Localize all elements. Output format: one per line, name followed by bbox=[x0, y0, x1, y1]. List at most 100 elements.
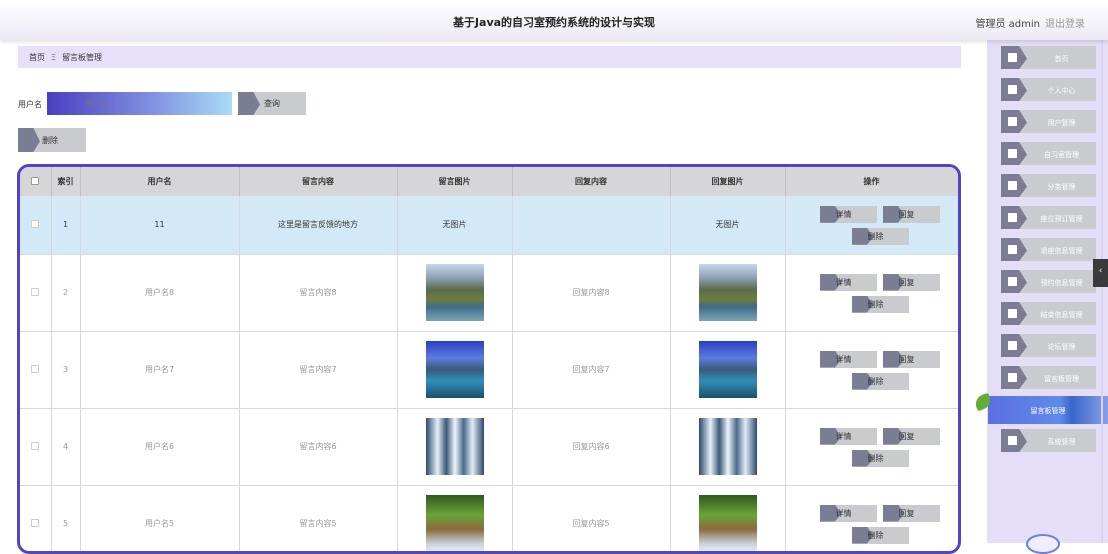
ticket-icon bbox=[1008, 277, 1017, 286]
message-icon bbox=[1008, 309, 1017, 318]
query-button[interactable]: 查询 bbox=[238, 92, 306, 115]
breadcrumb-separator-icon: Ξ bbox=[51, 53, 57, 62]
row-content: 留言内容5 bbox=[239, 485, 398, 551]
table-row[interactable]: 5 用户名5 留言内容5 回复内容5 详情 回复 删除 bbox=[20, 485, 958, 551]
row-content: 留言内容6 bbox=[239, 408, 398, 486]
user-icon bbox=[1008, 85, 1017, 94]
select-all-header[interactable] bbox=[20, 167, 52, 196]
grid-icon bbox=[1008, 149, 1017, 158]
sidebar: 首页 个人中心 用户管理 自习室管理 分类管理 座位预订管理 退座信息管理 预约… bbox=[987, 40, 1108, 543]
detail-button[interactable]: 详情 bbox=[819, 350, 877, 368]
row-actions: 详情 回复 删除 bbox=[797, 500, 947, 548]
settings-icon bbox=[1008, 436, 1017, 445]
detail-button[interactable]: 详情 bbox=[819, 504, 877, 522]
reply-button[interactable]: 回复 bbox=[882, 273, 940, 291]
detail-button[interactable]: 详情 bbox=[819, 273, 877, 291]
sidebar-item-end-info[interactable]: 结束信息管理 bbox=[1001, 302, 1096, 325]
sidebar-item-home[interactable]: 首页 bbox=[1001, 46, 1096, 69]
row-checkbox[interactable] bbox=[31, 441, 40, 450]
row-username: 用户名5 bbox=[80, 485, 240, 551]
scrollbar-track bbox=[1101, 40, 1103, 543]
table-row[interactable]: 4 用户名6 留言内容6 回复内容6 详情 回复 删除 bbox=[20, 408, 958, 486]
reply-button[interactable]: 回复 bbox=[882, 427, 940, 445]
row-content: 留言内容8 bbox=[239, 254, 398, 332]
top-header: 基于Java的自习室预约系统的设计与实现 管理员 admin 退出登录 bbox=[0, 0, 1108, 40]
delete-button[interactable]: 删除 bbox=[851, 295, 909, 313]
row-checkbox[interactable] bbox=[31, 287, 40, 296]
book-icon bbox=[1008, 341, 1017, 350]
waterfall-photo[interactable] bbox=[698, 418, 757, 475]
detail-button[interactable]: 详情 bbox=[819, 205, 877, 223]
breadcrumb-home[interactable]: 首页 bbox=[29, 53, 45, 62]
row-checkbox[interactable] bbox=[31, 518, 40, 527]
sidebar-item-system[interactable]: 系统管理 bbox=[1001, 429, 1096, 452]
users-icon bbox=[1008, 117, 1017, 126]
reply-button[interactable]: 回复 bbox=[882, 504, 940, 522]
row-content: 留言内容7 bbox=[239, 331, 398, 409]
row-actions: 详情 回复 删除 bbox=[797, 423, 947, 471]
row-checkbox[interactable] bbox=[31, 364, 40, 373]
tag-icon bbox=[18, 128, 40, 152]
sidebar-item-study-rooms[interactable]: 自习室管理 bbox=[1001, 142, 1096, 165]
forest-stream-photo[interactable] bbox=[425, 495, 484, 551]
batch-delete-button[interactable]: 删除 bbox=[18, 128, 86, 152]
forest-stream-photo[interactable] bbox=[698, 495, 757, 551]
row-content: 这里是留言反馈的地方 bbox=[239, 196, 398, 255]
row-reply-image-empty: 无图片 bbox=[670, 196, 786, 255]
row-reply: 回复内容6 bbox=[512, 408, 671, 486]
table-row[interactable]: 1 11 这里是留言反馈的地方 无图片 无图片 详情 回复 删除 bbox=[20, 196, 958, 255]
row-index: 3 bbox=[51, 331, 81, 409]
search-label: 用户名 bbox=[18, 100, 42, 109]
sidebar-item-forum[interactable]: 论坛管理 bbox=[1001, 334, 1096, 357]
row-actions: 详情 回复 删除 bbox=[797, 346, 947, 394]
row-image-empty: 无图片 bbox=[397, 196, 513, 255]
column-header: 索引 bbox=[51, 167, 81, 196]
column-header: 留言内容 bbox=[239, 167, 398, 196]
sidebar-item-seat-booking[interactable]: 座位预订管理 bbox=[1001, 206, 1096, 229]
grid-icon bbox=[1008, 373, 1017, 382]
sidebar-item-message-board-active[interactable]: 留言板管理 bbox=[988, 396, 1108, 424]
rocky-lake-photo[interactable] bbox=[425, 341, 484, 398]
row-username: 用户名7 bbox=[80, 331, 240, 409]
home-icon bbox=[1008, 53, 1017, 62]
select-all-checkbox[interactable] bbox=[31, 176, 40, 185]
sidebar-item-reservations[interactable]: 预约信息管理 bbox=[1001, 270, 1096, 293]
column-header: 用户名 bbox=[80, 167, 240, 196]
username-search-input[interactable] bbox=[47, 92, 232, 115]
table-header-row: 索引 用户名 留言内容 留言图片 回复内容 回复图片 操作 bbox=[20, 167, 958, 196]
delete-button[interactable]: 删除 bbox=[851, 227, 909, 245]
logout-link[interactable]: 退出登录 bbox=[1045, 15, 1085, 30]
reply-button[interactable]: 回复 bbox=[882, 205, 940, 223]
collapse-sidebar-icon[interactable]: ‹ bbox=[1093, 259, 1108, 287]
table-row[interactable]: 2 用户名8 留言内容8 回复内容8 详情 回复 删除 bbox=[20, 254, 958, 332]
sidebar-item-profile[interactable]: 个人中心 bbox=[1001, 78, 1096, 101]
rocky-lake-photo[interactable] bbox=[698, 341, 757, 398]
delete-button[interactable]: 删除 bbox=[851, 372, 909, 390]
mountain-river-photo[interactable] bbox=[425, 264, 484, 321]
chat-bubble-icon[interactable] bbox=[1026, 534, 1060, 554]
column-header: 操作 bbox=[785, 167, 958, 196]
row-username: 用户名6 bbox=[80, 408, 240, 486]
table-row[interactable]: 3 用户名7 留言内容7 回复内容7 详情 回复 删除 bbox=[20, 331, 958, 409]
breadcrumb-current: 留言板管理 bbox=[62, 53, 103, 62]
row-index: 5 bbox=[51, 485, 81, 551]
sidebar-item-message-board[interactable]: 留言板管理 bbox=[1001, 366, 1096, 389]
sidebar-item-users[interactable]: 用户管理 bbox=[1001, 110, 1096, 133]
delete-button[interactable]: 删除 bbox=[851, 449, 909, 467]
sidebar-item-categories[interactable]: 分类管理 bbox=[1001, 174, 1096, 197]
detail-button[interactable]: 详情 bbox=[819, 427, 877, 445]
row-reply bbox=[512, 196, 671, 255]
delete-button[interactable]: 删除 bbox=[851, 526, 909, 544]
row-index: 1 bbox=[51, 196, 81, 255]
column-header: 留言图片 bbox=[397, 167, 513, 196]
admin-label: 管理员 admin bbox=[975, 19, 1040, 30]
reply-button[interactable]: 回复 bbox=[882, 350, 940, 368]
column-header: 回复图片 bbox=[670, 167, 786, 196]
row-checkbox[interactable] bbox=[31, 219, 40, 228]
document-icon bbox=[1008, 213, 1017, 222]
row-username: 用户名8 bbox=[80, 254, 240, 332]
waterfall-photo[interactable] bbox=[425, 418, 484, 475]
row-actions: 详情 回复 删除 bbox=[797, 201, 947, 249]
sidebar-item-seat-return[interactable]: 退座信息管理 bbox=[1001, 238, 1096, 261]
mountain-river-photo[interactable] bbox=[698, 264, 757, 321]
